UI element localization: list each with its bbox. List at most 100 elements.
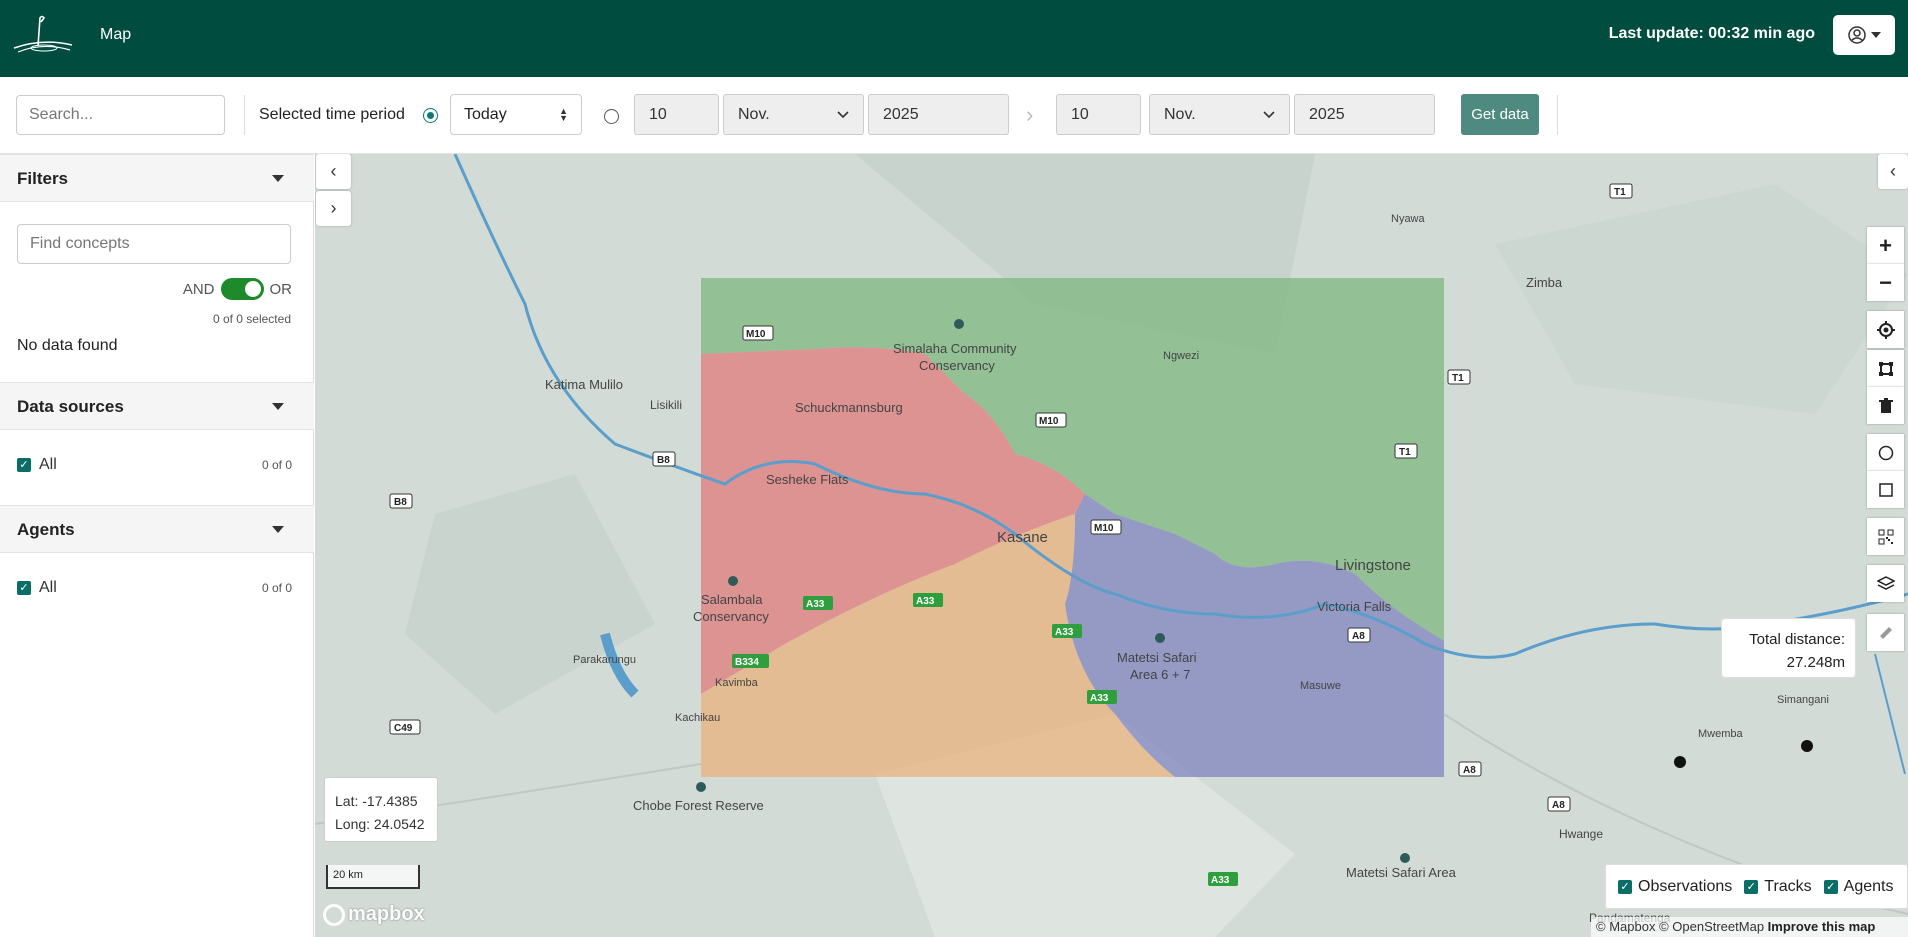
road-label: A33 xyxy=(916,596,935,607)
attribution-osm-link[interactable]: © OpenStreetMap xyxy=(1659,919,1764,934)
distance-value: 27.248m xyxy=(1786,654,1845,671)
mapbox-logo-icon xyxy=(323,903,345,926)
find-concepts-input[interactable]: Find concepts xyxy=(17,224,291,264)
caret-down-icon xyxy=(272,526,284,533)
layer-agents-label: Agents xyxy=(1843,877,1894,895)
locate-button[interactable] xyxy=(1867,311,1904,348)
map-canvas[interactable]: Nyawa Zimba Katima Mulilo Lisikili Simal… xyxy=(315,154,1908,937)
square-icon xyxy=(1878,482,1893,497)
agent-all-count: 0 of 0 xyxy=(261,581,292,595)
road-label: A8 xyxy=(1352,631,1365,642)
data-source-all-count: 0 of 0 xyxy=(261,458,292,472)
place-label: Nyawa xyxy=(1391,213,1426,225)
chevron-down-icon xyxy=(837,110,849,118)
place-label: Katima Mulilo xyxy=(545,377,623,392)
agents-section-header[interactable]: Agents xyxy=(0,505,314,553)
last-update-status: Last update: 00:32 min ago xyxy=(1608,25,1815,42)
layer-agents[interactable]: ✓ Agents xyxy=(1823,877,1894,896)
delete-drawing-button[interactable] xyxy=(1867,387,1904,424)
place-label: Livingstone xyxy=(1335,557,1411,574)
scale-bar: 20 km xyxy=(326,865,420,889)
toolbar-divider xyxy=(1557,95,1558,135)
latitude-value: Lat: -17.4385 xyxy=(335,793,418,809)
place-label: Victoria Falls xyxy=(1317,599,1392,614)
place-label: Kavimba xyxy=(715,677,759,689)
layers-button[interactable] xyxy=(1867,565,1904,602)
checkbox-checked[interactable]: ✓ xyxy=(17,581,31,595)
user-menu-button[interactable] xyxy=(1833,15,1895,55)
filters-title: Filters xyxy=(17,169,69,188)
time-period-toolbar: Search... Selected time period Today ▲ ▼ … xyxy=(0,77,1908,154)
road-label: B8 xyxy=(394,497,407,508)
place-label: Ngwezi xyxy=(1163,350,1199,362)
place-label: Chobe Forest Reserve xyxy=(633,798,764,813)
road-label: A33 xyxy=(806,599,825,610)
place-label: Masuwe xyxy=(1300,680,1341,692)
agents-title: Agents xyxy=(17,520,75,539)
total-distance-popup: Total distance: 27.248m xyxy=(1721,618,1856,678)
today-radio[interactable] xyxy=(423,108,438,123)
plus-icon: + xyxy=(1879,232,1892,258)
draw-circle-button[interactable] xyxy=(1867,434,1904,471)
place-label: Conservancy xyxy=(693,609,769,624)
to-year-field[interactable]: 2025 xyxy=(1294,94,1435,135)
layer-observations[interactable]: ✓ Observations xyxy=(1618,878,1732,896)
expand-left-button[interactable]: › xyxy=(316,191,351,226)
from-day-field[interactable]: 10 xyxy=(634,94,719,135)
agent-all-row[interactable]: ✓ All 0 of 0 xyxy=(17,579,292,597)
place-label: Area 6 + 7 xyxy=(1130,667,1190,682)
collapse-left-button[interactable]: ‹ xyxy=(316,154,351,189)
mapbox-logo-text: mapbox xyxy=(348,903,425,925)
checkbox-checked[interactable]: ✓ xyxy=(1744,879,1759,894)
search-placeholder: Search... xyxy=(29,106,94,123)
period-select[interactable]: Today ▲ ▼ xyxy=(450,94,582,135)
draw-polygon-button[interactable] xyxy=(1867,350,1904,387)
and-or-toggle-group: AND OR xyxy=(183,278,292,300)
road-label: M10 xyxy=(746,329,766,340)
qr-code-button[interactable] xyxy=(1867,518,1904,555)
from-month-select[interactable]: Nov. xyxy=(723,94,864,135)
draw-rectangle-button[interactable] xyxy=(1867,471,1904,508)
app-logo[interactable] xyxy=(10,12,76,56)
measure-button[interactable] xyxy=(1867,614,1904,651)
nav-map-link[interactable]: Map xyxy=(100,26,131,44)
zoom-out-button[interactable]: − xyxy=(1867,264,1904,301)
search-input[interactable]: Search... xyxy=(16,95,225,135)
layer-tracks[interactable]: ✓ Tracks xyxy=(1744,878,1812,896)
road-label: B334 xyxy=(735,657,759,668)
improve-map-link[interactable]: Improve this map xyxy=(1768,919,1876,934)
place-label: Parakarungu xyxy=(573,654,636,666)
from-year-field[interactable]: 2025 xyxy=(868,94,1009,135)
mapbox-logo[interactable]: mapbox xyxy=(323,903,425,926)
road-label: B8 xyxy=(657,455,670,466)
get-data-button[interactable]: Get data xyxy=(1461,94,1539,135)
checkbox-checked[interactable]: ✓ xyxy=(1618,879,1632,894)
attribution-mapbox-link[interactable]: © Mapbox xyxy=(1596,919,1655,934)
to-day-field[interactable]: 10 xyxy=(1056,94,1141,135)
longitude-value: Long: 24.0542 xyxy=(335,816,425,832)
to-month-select[interactable]: Nov. xyxy=(1149,94,1290,135)
road-label: M10 xyxy=(1039,416,1059,427)
road-label: A8 xyxy=(1463,765,1476,776)
data-source-all-row[interactable]: ✓ All 0 of 0 xyxy=(17,456,292,474)
or-label: OR xyxy=(269,280,293,298)
minus-icon: − xyxy=(1879,269,1892,295)
place-label: Simangani xyxy=(1777,694,1829,706)
and-label: AND xyxy=(182,280,215,298)
checkbox-checked[interactable]: ✓ xyxy=(1823,879,1838,894)
collapse-right-button[interactable]: ‹ xyxy=(1878,154,1908,189)
selected-period-label: Selected time period xyxy=(259,106,405,123)
zoom-in-button[interactable]: + xyxy=(1867,227,1904,264)
checkbox-checked[interactable]: ✓ xyxy=(17,458,31,472)
polygon-icon xyxy=(1878,361,1893,376)
filters-section-header[interactable]: Filters xyxy=(0,154,314,202)
no-data-message: No data found xyxy=(17,337,118,354)
toolbar-divider xyxy=(244,95,245,135)
map-attribution: © Mapbox © OpenStreetMap Improve this ma… xyxy=(1591,917,1908,937)
and-or-toggle[interactable] xyxy=(220,278,264,300)
place-label: Lisikili xyxy=(650,398,682,412)
custom-range-radio[interactable] xyxy=(604,109,619,124)
chevron-down-icon xyxy=(1870,32,1881,38)
data-sources-section-header[interactable]: Data sources xyxy=(0,382,314,430)
chevron-right-icon: › xyxy=(1026,102,1034,127)
